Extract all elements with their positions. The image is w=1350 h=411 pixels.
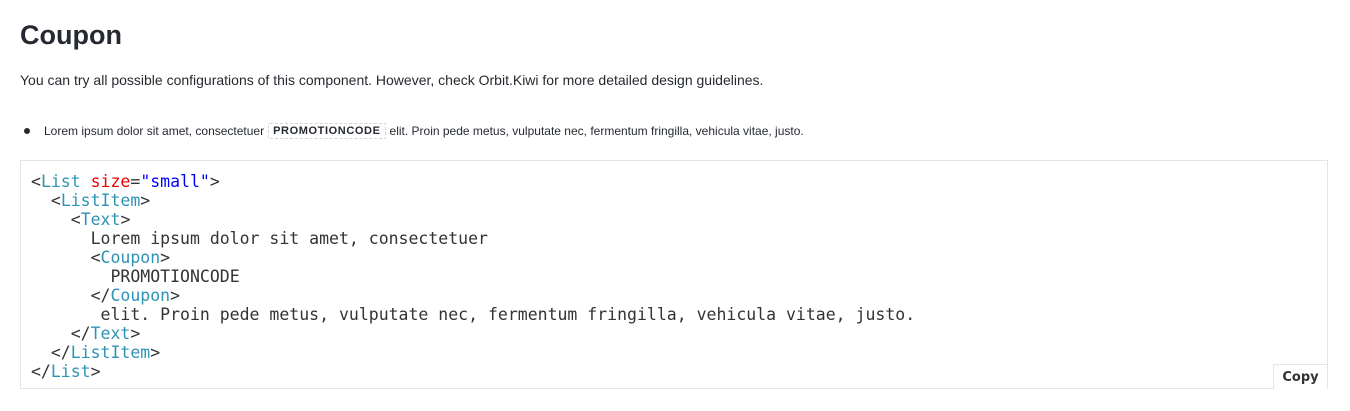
list-item: Lorem ipsum dolor sit amet, consectetuer…: [24, 123, 804, 139]
list-text-after: elit. Proin pede metus, vulputate nec, f…: [389, 124, 804, 138]
list-text-before: Lorem ipsum dolor sit amet, consectetuer: [44, 124, 265, 138]
page-title: Coupon: [20, 20, 122, 50]
page-description: You can try all possible configurations …: [20, 72, 764, 88]
copy-button[interactable]: Copy: [1273, 364, 1328, 389]
code-block: <List size="small"> <ListItem> <Text> Lo…: [20, 160, 1328, 389]
coupon-badge[interactable]: PROMOTIONCODE: [268, 123, 386, 139]
bullet-icon: [24, 128, 30, 134]
code-text: <List size="small"> <ListItem> <Text> Lo…: [31, 172, 916, 381]
